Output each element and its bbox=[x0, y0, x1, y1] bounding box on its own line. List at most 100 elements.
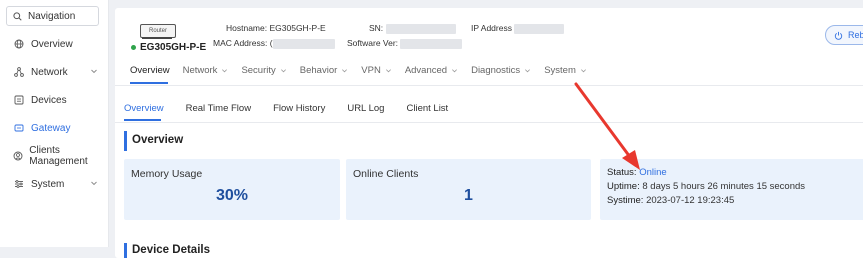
online-clients-label: Online Clients bbox=[353, 168, 419, 180]
sidebar-item-label: System bbox=[31, 178, 65, 190]
sidebar-item-network[interactable]: Network bbox=[0, 62, 108, 82]
tab-label: Security bbox=[241, 64, 276, 76]
tab-behavior[interactable]: Behavior bbox=[300, 63, 349, 77]
tab-advanced[interactable]: Advanced bbox=[405, 63, 458, 77]
sidebar-item-label: Overview bbox=[31, 38, 73, 50]
gateway-icon bbox=[13, 122, 25, 134]
memory-usage-value: 30% bbox=[215, 187, 249, 204]
status-card: Status: Online Uptime: 8 days 5 hours 26… bbox=[600, 159, 863, 220]
sn-info: SN: bbox=[369, 23, 456, 34]
sidebar-item-system[interactable]: System bbox=[0, 174, 108, 194]
navigation-search[interactable]: Navigation bbox=[6, 6, 99, 26]
device-name: EG305GH-P-E bbox=[131, 42, 206, 53]
network-icon bbox=[13, 66, 25, 78]
tab-label: System bbox=[544, 64, 576, 76]
mac-label: MAC Address: bbox=[213, 38, 268, 48]
sidebar-item-label: Network bbox=[31, 66, 68, 78]
device-name-text: EG305GH-P-E bbox=[140, 42, 207, 53]
tab-overview[interactable]: Overview bbox=[130, 63, 170, 77]
devices-icon bbox=[13, 94, 25, 106]
sidebar-item-label: Devices bbox=[31, 94, 67, 106]
uptime-label: Uptime: bbox=[607, 181, 640, 192]
top-tabs: Overview Network Security Behavior VPN A… bbox=[130, 63, 600, 77]
sidebar-item-overview[interactable]: Overview bbox=[0, 34, 108, 54]
reboot-button[interactable]: Reb bbox=[825, 25, 863, 45]
chevron-down-icon bbox=[525, 68, 531, 72]
sidebar-item-devices[interactable]: Devices bbox=[0, 90, 108, 110]
sidebar: Navigation Overview Network Devices Gate… bbox=[0, 0, 109, 247]
system-icon bbox=[13, 178, 25, 190]
chevron-down-icon bbox=[580, 68, 586, 72]
power-icon bbox=[834, 31, 843, 40]
tab-label: VPN bbox=[361, 64, 381, 76]
ip-value-redacted bbox=[514, 23, 565, 34]
sn-value-redacted bbox=[385, 23, 456, 34]
subtab-label: Real Time Flow bbox=[185, 102, 252, 114]
subtab-label: Overview bbox=[124, 102, 164, 114]
tab-label: Overview bbox=[130, 64, 170, 76]
chevron-down-icon bbox=[385, 68, 391, 72]
memory-usage-card: Memory Usage 30% bbox=[124, 159, 340, 220]
mac-info: MAC Address: ( bbox=[213, 38, 335, 49]
router-image: Router bbox=[140, 24, 176, 38]
status-value: Online bbox=[639, 167, 667, 178]
uptime-value: 8 days 5 hours 26 minutes 15 seconds bbox=[642, 181, 806, 192]
systime-label: Systime: bbox=[607, 195, 644, 206]
globe-icon bbox=[13, 38, 25, 50]
navigation-search-label: Navigation bbox=[28, 10, 76, 22]
tab-active-indicator bbox=[130, 82, 168, 84]
status-row: Status: Online bbox=[607, 167, 667, 178]
main-panel: Router EG305GH-P-E Hostname: EG305GH-P-E… bbox=[115, 8, 863, 258]
device-details-title: Device Details bbox=[132, 244, 210, 256]
chevron-down-icon bbox=[452, 68, 458, 72]
software-label: Software Ver: bbox=[347, 38, 399, 48]
tab-label: Advanced bbox=[404, 64, 448, 76]
tab-system[interactable]: System bbox=[544, 63, 587, 77]
systime-value: 2023-07-12 19:23:45 bbox=[646, 195, 735, 206]
sn-label: SN: bbox=[369, 23, 384, 33]
tab-diagnostics[interactable]: Diagnostics bbox=[471, 63, 531, 77]
sidebar-item-label: Gateway bbox=[31, 122, 71, 134]
ip-label: IP Address bbox=[471, 23, 512, 33]
memory-usage-label: Memory Usage bbox=[131, 168, 203, 180]
hostname-value: EG305GH-P-E bbox=[269, 23, 326, 33]
clients-icon bbox=[13, 150, 23, 162]
uptime-row: Uptime: 8 days 5 hours 26 minutes 15 sec… bbox=[607, 181, 805, 192]
subtab-real-time-flow[interactable]: Real Time Flow bbox=[186, 101, 251, 115]
divider bbox=[115, 122, 863, 123]
tab-security[interactable]: Security bbox=[241, 63, 286, 77]
subtab-label: Client List bbox=[406, 102, 449, 114]
ip-info: IP Address bbox=[471, 23, 565, 34]
subtab-flow-history[interactable]: Flow History bbox=[273, 101, 325, 115]
section-accent-bar bbox=[124, 243, 127, 258]
subtab-active-indicator bbox=[124, 119, 161, 121]
software-info: Software Ver: bbox=[347, 38, 463, 49]
divider bbox=[115, 85, 863, 86]
sidebar-item-clients-management[interactable]: Clients Management bbox=[0, 145, 108, 167]
section-accent-bar bbox=[124, 131, 127, 151]
sidebar-item-gateway[interactable]: Gateway bbox=[0, 118, 108, 138]
sub-tabs: Overview Real Time Flow Flow History URL… bbox=[124, 101, 470, 115]
reboot-label: Reb bbox=[848, 30, 863, 40]
chevron-down-icon bbox=[280, 68, 286, 72]
chevron-down-icon bbox=[91, 69, 97, 74]
subtab-client-list[interactable]: Client List bbox=[406, 101, 448, 115]
subtab-label: Flow History bbox=[273, 102, 326, 114]
section-title: Overview bbox=[132, 134, 184, 146]
chevron-down-icon bbox=[222, 68, 228, 72]
router-image-base bbox=[142, 37, 172, 39]
subtab-overview[interactable]: Overview bbox=[124, 101, 164, 115]
systime-row: Systime: 2023-07-12 19:23:45 bbox=[607, 195, 734, 206]
mac-value-redacted bbox=[272, 38, 335, 49]
tab-vpn[interactable]: VPN bbox=[361, 63, 392, 77]
tab-label: Behavior bbox=[299, 64, 338, 76]
tab-network[interactable]: Network bbox=[183, 63, 229, 77]
online-clients-value: 1 bbox=[464, 187, 473, 204]
chevron-down-icon bbox=[342, 68, 348, 72]
search-icon bbox=[13, 11, 22, 21]
hostname-label: Hostname: bbox=[226, 23, 268, 33]
chevron-down-icon bbox=[91, 181, 97, 186]
subtab-url-log[interactable]: URL Log bbox=[347, 101, 384, 115]
online-dot bbox=[131, 45, 136, 50]
hostname-info: Hostname: EG305GH-P-E bbox=[226, 23, 326, 33]
